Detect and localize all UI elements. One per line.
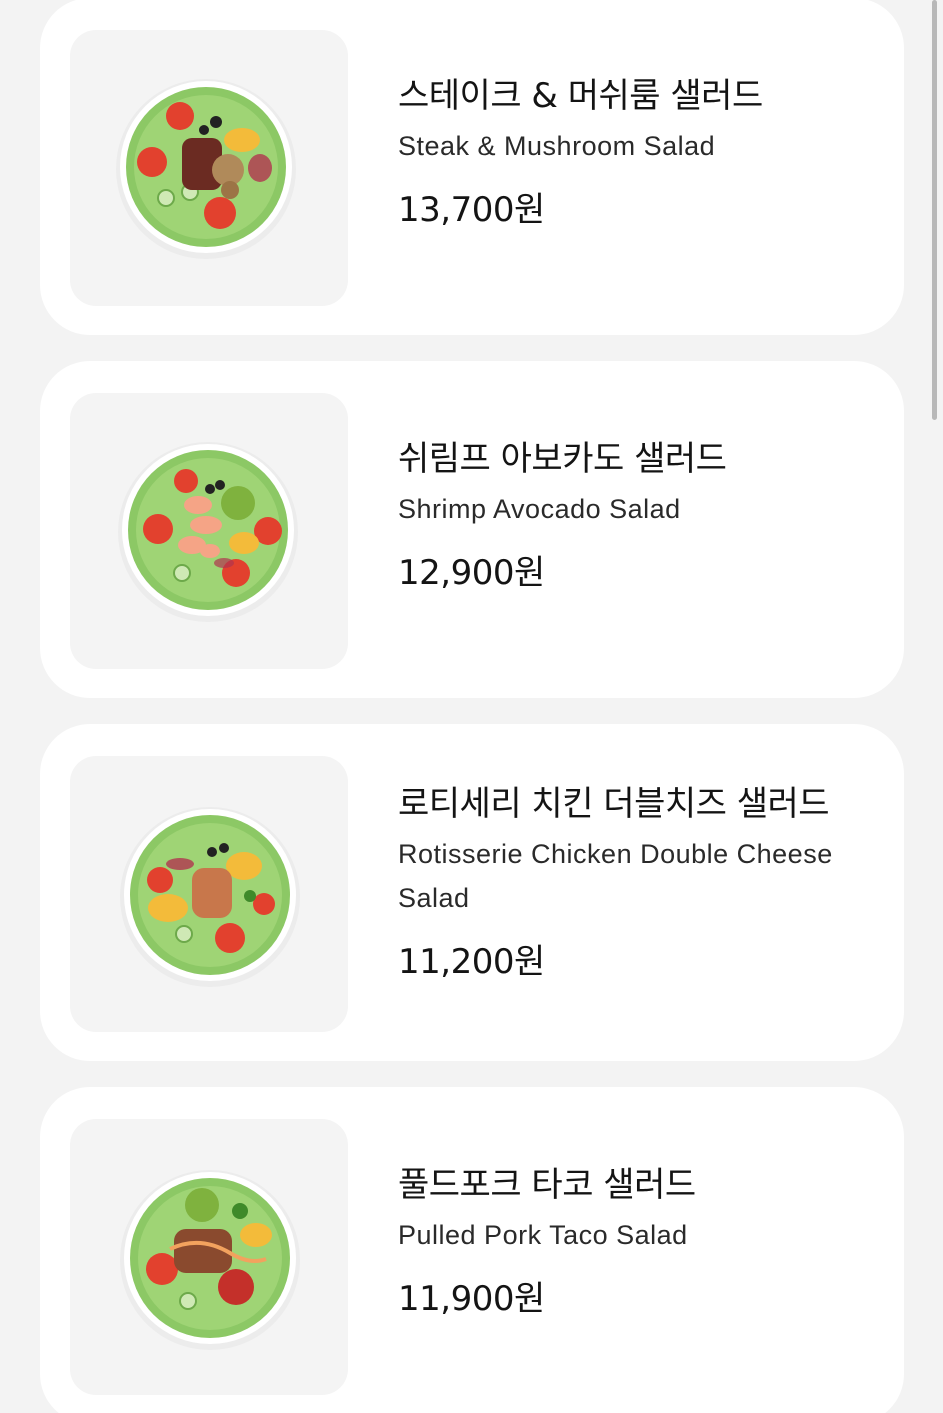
menu-item-info: 스테이크 & 머쉬룸 샐러드 Steak & Mushroom Salad 13… [398, 74, 874, 232]
menu-item-info: 쉬림프 아보카도 샐러드 Shrimp Avocado Salad 12,900… [398, 437, 874, 595]
menu-item-name-ko: 풀드포크 타코 샐러드 [398, 1165, 696, 1205]
menu-item-image [70, 1119, 348, 1395]
menu-item-price: 11,900원 [398, 1279, 545, 1319]
menu-item-price: 11,200원 [398, 942, 545, 982]
steak-mushroom-salad-bowl-icon [116, 79, 296, 259]
menu-item-name-ko: 쉬림프 아보카도 샐러드 [398, 439, 727, 479]
menu-item-info: 풀드포크 타코 샐러드 Pulled Pork Taco Salad 11,90… [398, 1163, 874, 1321]
pulled-pork-taco-salad-bowl-icon [120, 1170, 300, 1350]
menu-item-price: 12,900원 [398, 553, 545, 593]
menu-item-card[interactable]: 쉬림프 아보카도 샐러드 Shrimp Avocado Salad 12,900… [40, 361, 904, 698]
menu-item-name-en: Rotisserie Chicken Double Cheese Salad [398, 839, 833, 913]
menu-item-info: 로티세리 치킨 더블치즈 샐러드 Rotisserie Chicken Doub… [398, 782, 874, 984]
menu-item-image [70, 393, 348, 669]
menu-item-price: 13,700원 [398, 190, 545, 230]
scrollbar[interactable] [932, 0, 937, 420]
menu-item-name-ko: 로티세리 치킨 더블치즈 샐러드 [398, 784, 830, 824]
menu-list: 스테이크 & 머쉬룸 샐러드 Steak & Mushroom Salad 13… [40, 0, 904, 1413]
menu-item-name-ko: 스테이크 & 머쉬룸 샐러드 [398, 76, 763, 116]
menu-item-name-en: Shrimp Avocado Salad [398, 494, 681, 524]
menu-item-name-en: Steak & Mushroom Salad [398, 131, 716, 161]
menu-item-image [70, 30, 348, 306]
shrimp-avocado-salad-bowl-icon [118, 442, 298, 622]
menu-item-card[interactable]: 로티세리 치킨 더블치즈 샐러드 Rotisserie Chicken Doub… [40, 724, 904, 1061]
menu-item-image [70, 756, 348, 1032]
menu-item-card[interactable]: 스테이크 & 머쉬룸 샐러드 Steak & Mushroom Salad 13… [40, 0, 904, 335]
menu-item-card[interactable]: 풀드포크 타코 샐러드 Pulled Pork Taco Salad 11,90… [40, 1087, 904, 1413]
rotisserie-chicken-salad-bowl-icon [120, 807, 300, 987]
menu-item-name-en: Pulled Pork Taco Salad [398, 1220, 688, 1250]
